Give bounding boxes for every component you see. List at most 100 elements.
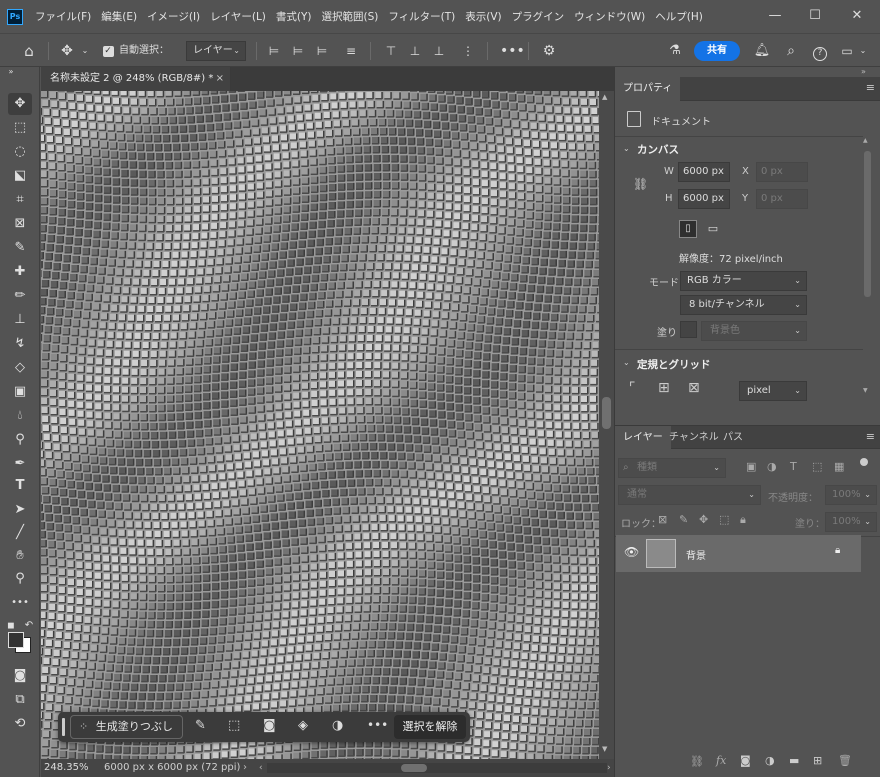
landscape-icon[interactable]: ▭	[704, 220, 722, 238]
vertical-scrollbar[interactable]: ▲ ▼	[599, 91, 614, 759]
color-mode-dropdown[interactable]: RGB カラー ⌄	[680, 271, 807, 291]
scroll-left-icon[interactable]: ‹	[259, 759, 263, 777]
document-tab[interactable]: 名称未設定 2 @ 248% (RGB/8#) * ×	[41, 67, 231, 91]
lock-artboard-icon[interactable]: ⬚	[719, 513, 729, 526]
lock-paint-icon[interactable]: ✎	[679, 513, 688, 526]
more-icon[interactable]: •••	[367, 718, 388, 732]
layer-name[interactable]: 背景	[686, 547, 706, 562]
panel-menu-icon[interactable]: ≡	[866, 430, 875, 443]
horizontal-scrollbar[interactable]	[267, 763, 607, 773]
object-select-tool[interactable]: ⬕	[8, 165, 32, 187]
new-layer-icon[interactable]: ⊞	[813, 754, 822, 767]
menu-filter[interactable]: フィルター(T)	[388, 9, 455, 24]
adjustment-layer-icon[interactable]: ◑	[765, 754, 775, 767]
collapse-icon[interactable]: »	[6, 68, 16, 76]
line-tool[interactable]: ╱	[8, 522, 32, 544]
lock-all-icon[interactable]: 🔒︎	[740, 513, 746, 527]
visibility-eye-icon[interactable]: 👁︎	[624, 545, 639, 559]
menu-plugins[interactable]: プラグイン	[512, 9, 565, 24]
link-icon[interactable]: ⛓︎	[633, 177, 648, 191]
link-layers-icon[interactable]: ⛓︎	[690, 755, 704, 768]
x-field[interactable]: 0 px	[756, 162, 808, 182]
marquee-tool[interactable]: ⬚	[8, 117, 32, 139]
frame-tool[interactable]: ⊠	[8, 213, 32, 235]
collapse-icon[interactable]: »	[861, 67, 866, 76]
filter-toggle-icon[interactable]	[860, 458, 868, 466]
flask-icon[interactable]: ⚗	[666, 41, 684, 61]
menu-edit[interactable]: 編集(E)	[101, 9, 137, 24]
trash-icon[interactable]: 🗑︎	[838, 754, 852, 767]
filter-shape-icon[interactable]: ⬚	[812, 460, 822, 473]
scroll-up-icon[interactable]: ▲	[602, 93, 607, 101]
distribute-icon[interactable]: ≡	[343, 41, 359, 61]
bell-icon[interactable]: 🔔︎	[753, 41, 771, 61]
eyedropper-tool[interactable]: ✎	[8, 237, 32, 259]
fill-color-swatch[interactable]	[680, 321, 697, 338]
menu-type[interactable]: 書式(Y)	[276, 9, 312, 24]
generative-icon[interactable]: ⟲	[8, 713, 32, 735]
tab-properties[interactable]: プロパティ	[615, 77, 681, 101]
scroll-right-icon[interactable]: ›	[607, 759, 611, 777]
bit-depth-dropdown[interactable]: 8 bit/チャンネル ⌄	[680, 295, 807, 315]
align-bottom-icon[interactable]: ⊥	[431, 41, 447, 61]
scroll-up-icon[interactable]: ▲	[863, 137, 868, 144]
opacity-field[interactable]: 100% ⌄	[825, 485, 877, 505]
type-tool[interactable]: T	[8, 475, 32, 497]
align-left-icon[interactable]: ⊨	[266, 41, 282, 61]
gradient-tool[interactable]: ▣	[8, 381, 32, 403]
screen-mode-icon[interactable]: ⧉	[8, 689, 32, 711]
fill-bucket-icon[interactable]: ◈	[298, 718, 316, 733]
blur-tool[interactable]: 💧︎	[8, 405, 32, 427]
tab-paths[interactable]: パス	[715, 426, 751, 450]
pen-tool[interactable]: ✒	[8, 453, 32, 475]
gear-icon[interactable]: ⚙	[540, 41, 558, 61]
brush-tool[interactable]: ✏	[8, 285, 32, 307]
eraser-tool[interactable]: ◇	[8, 357, 32, 379]
align-center-icon[interactable]: ⊨	[290, 41, 306, 61]
lasso-tool[interactable]: ◌	[8, 141, 32, 163]
move-tool-icon[interactable]: ✥	[57, 41, 77, 61]
maximize-icon[interactable]: ☐	[805, 6, 825, 26]
fx-icon[interactable]: fx	[716, 754, 726, 767]
adjustment-icon[interactable]: ◑	[332, 718, 350, 733]
chevron-down-icon[interactable]: ⌄	[857, 41, 869, 61]
mask-icon[interactable]: ◙	[263, 718, 281, 733]
grid-icon[interactable]: ⊞	[658, 380, 670, 396]
share-button[interactable]: 共有	[694, 41, 740, 61]
brush-select-icon[interactable]: ✎	[195, 718, 213, 733]
close-tab-icon[interactable]: ×	[216, 67, 224, 91]
zoom-tool[interactable]: ⚲	[8, 568, 32, 590]
more-tools-icon[interactable]: •••	[8, 592, 32, 614]
lock-position-icon[interactable]: ✥	[699, 513, 708, 526]
history-brush-tool[interactable]: ↯	[8, 333, 32, 355]
blend-mode-dropdown[interactable]: 通常 ⌄	[618, 485, 761, 505]
swap-colors-icon[interactable]: ↶	[22, 615, 36, 637]
chevron-right-icon[interactable]: ›	[243, 759, 247, 777]
hscroll-thumb[interactable]	[401, 764, 427, 772]
transform-selection-icon[interactable]: ⬚	[228, 718, 246, 733]
auto-select-target-dropdown[interactable]: レイヤー ⌄	[186, 41, 246, 61]
healing-brush-tool[interactable]: ✚	[8, 261, 32, 283]
fill-dropdown[interactable]: 背景色 ⌄	[701, 321, 807, 341]
filter-image-icon[interactable]: ▣	[746, 460, 756, 473]
chevron-down-icon[interactable]: ⌄	[623, 358, 630, 367]
help-icon[interactable]: ?	[811, 41, 829, 61]
scrollbar-thumb[interactable]	[602, 397, 611, 429]
scroll-down-icon[interactable]: ▼	[602, 745, 607, 753]
menu-help[interactable]: ヘルプ(H)	[655, 9, 703, 24]
layer-filter-dropdown[interactable]: ⌕ 種類 ⌄	[618, 458, 726, 478]
more-options-icon[interactable]: •••	[500, 41, 525, 61]
foreground-color-swatch[interactable]	[8, 632, 24, 648]
workspace-icon[interactable]: ▭	[838, 41, 856, 61]
quick-mask-icon[interactable]: ◙	[8, 665, 32, 687]
canvas-section-title[interactable]: カンバス	[637, 142, 679, 157]
hand-tool[interactable]: ✋︎	[8, 545, 32, 567]
menu-window[interactable]: ウィンドウ(W)	[574, 9, 645, 24]
zoom-level[interactable]: 248.35%	[44, 759, 89, 777]
crop-tool[interactable]: ⌗	[8, 189, 32, 211]
menu-file[interactable]: ファイル(F)	[35, 9, 91, 24]
width-field[interactable]: 6000 px	[678, 162, 730, 182]
unit-dropdown[interactable]: pixel ⌄	[739, 381, 807, 401]
chevron-down-icon[interactable]: ⌄	[623, 144, 630, 153]
ruler-icon[interactable]: ⌜	[629, 380, 636, 396]
